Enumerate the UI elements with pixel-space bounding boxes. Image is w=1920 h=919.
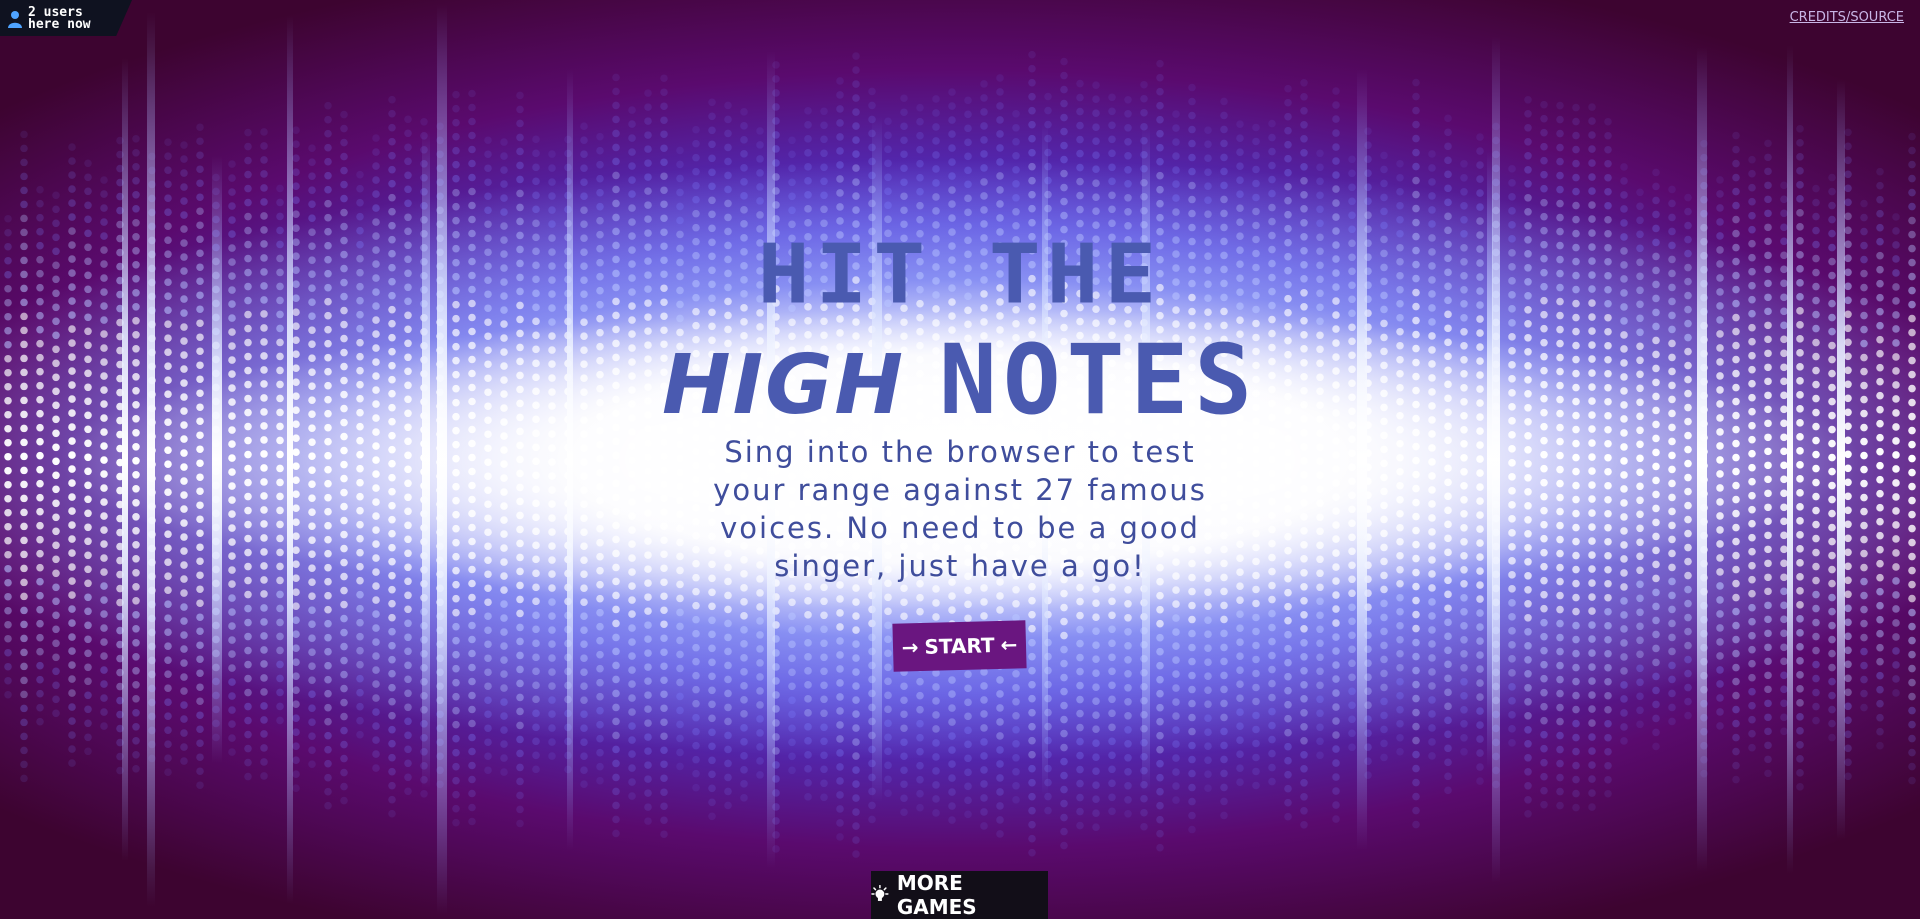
credits-source-link[interactable]: CREDITS/SOURCE	[1790, 10, 1904, 25]
users-online-badge: 2 users here now	[0, 0, 132, 36]
more-games-button[interactable]: MORE GAMES	[871, 871, 1048, 919]
users-online-text: 2 users here now	[28, 5, 91, 32]
title-high-word: HIGH	[661, 338, 906, 433]
game-title: HIT THE HIGH NOTES	[0, 225, 1920, 463]
arrow-right-icon: →	[901, 635, 919, 660]
title-notes-word: NOTES	[939, 324, 1259, 436]
user-icon	[8, 11, 22, 28]
game-screen: 2 users here now CREDITS/SOURCE HIT THE …	[0, 0, 1920, 919]
more-games-label: MORE GAMES	[896, 871, 977, 919]
lightbulb-icon	[871, 885, 889, 901]
title-line-1: HIT THE	[757, 227, 1163, 323]
start-button[interactable]: → START ←	[892, 620, 1027, 672]
arrow-left-icon: ←	[1000, 632, 1018, 657]
game-description: Sing into the browser to test your range…	[713, 435, 1207, 583]
start-label: START	[924, 633, 995, 659]
